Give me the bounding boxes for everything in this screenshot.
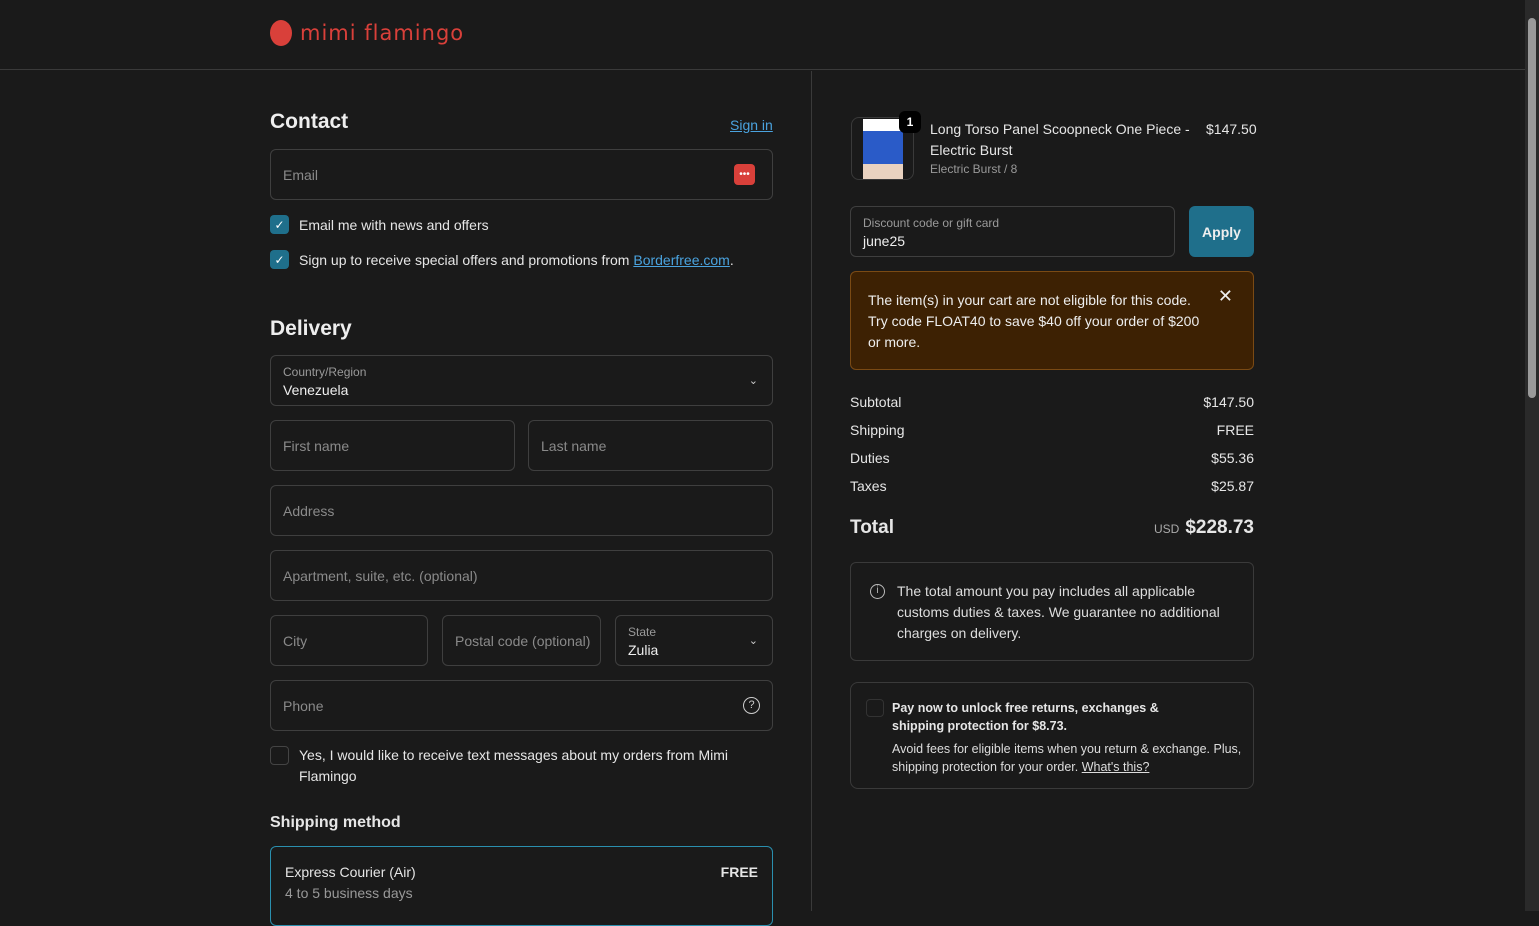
header: [0, 0, 1525, 70]
discount-error-banner: The item(s) in your cart are not eligibl…: [850, 271, 1254, 370]
email-input[interactable]: Email •••: [270, 149, 773, 200]
product-variant: Electric Burst / 8: [930, 162, 1018, 176]
shipping-option[interactable]: Express Courier (Air) FREE 4 to 5 busine…: [270, 846, 773, 926]
postal-placeholder: Postal code (optional): [455, 633, 591, 649]
product-price: $147.50: [1206, 121, 1257, 137]
brand-name: mimi flamingo: [300, 21, 465, 45]
contact-heading: Contact: [270, 110, 349, 133]
country-value: Venezuela: [283, 382, 349, 398]
city-placeholder: City: [283, 633, 308, 649]
borderfree-text: Sign up to receive special offers and pr…: [299, 251, 634, 268]
state-label: State: [628, 625, 657, 639]
phone-input[interactable]: Phone ?: [270, 680, 773, 731]
brand-logo[interactable]: mimi flamingo: [270, 20, 464, 46]
sign-in-link[interactable]: Sign in: [730, 117, 773, 133]
protection-body-text: Avoid fees for eligible items when you r…: [892, 742, 1242, 774]
protection-body: Avoid fees for eligible items when you r…: [892, 740, 1242, 776]
duties-value: $55.36: [1211, 450, 1254, 466]
product-name: Long Torso Panel Scoopneck One Piece - E…: [930, 121, 1190, 158]
taxes-value: $25.87: [1211, 478, 1254, 494]
borderfree-link[interactable]: Borderfree.com: [633, 252, 729, 268]
discount-value: june25: [863, 233, 906, 249]
delivery-heading: Delivery: [270, 317, 352, 340]
discount-input[interactable]: Discount code or gift card june25: [850, 206, 1175, 257]
apartment-placeholder: Apartment, suite, etc. (optional): [283, 568, 478, 584]
help-icon[interactable]: ?: [743, 697, 760, 714]
shipping-value: FREE: [1216, 422, 1254, 438]
protection-title: Pay now to unlock free returns, exchange…: [892, 701, 1159, 733]
info-icon: i: [870, 584, 885, 599]
shipping-option-eta: 4 to 5 business days: [285, 885, 413, 901]
shipping-option-price: FREE: [720, 864, 758, 880]
swimsuit-image: [862, 118, 903, 179]
last-name-input[interactable]: Last name: [528, 420, 773, 471]
discount-error-text: The item(s) in your cart are not eligibl…: [868, 292, 1200, 350]
news-label: Email me with news and offers: [299, 216, 489, 233]
whats-this-link[interactable]: What's this?: [1082, 760, 1150, 774]
close-icon[interactable]: ✕: [1218, 286, 1233, 307]
address-placeholder: Address: [283, 503, 335, 519]
currency-code: USD: [1153, 522, 1180, 536]
phone-placeholder: Phone: [283, 698, 324, 714]
quantity-badge: 1: [899, 111, 921, 133]
shipping-label: Shipping: [850, 422, 905, 438]
scrollbar-thumb[interactable]: [1528, 18, 1536, 398]
subtotal-label: Subtotal: [850, 394, 902, 410]
protection-offer: Pay now to unlock free returns, exchange…: [850, 682, 1254, 789]
total-value: $228.73: [1185, 517, 1254, 538]
state-select[interactable]: State Zulia ⌄: [615, 615, 773, 666]
discount-label: Discount code or gift card: [863, 216, 1000, 230]
flamingo-logo-icon: [270, 20, 292, 46]
shipping-option-name: Express Courier (Air): [285, 864, 416, 880]
address-input[interactable]: Address: [270, 485, 773, 536]
email-placeholder: Email: [283, 167, 319, 183]
city-input[interactable]: City: [270, 615, 428, 666]
country-label: Country/Region: [283, 365, 367, 379]
borderfree-checkbox[interactable]: ✓: [270, 250, 289, 269]
shipping-heading: Shipping method: [270, 814, 401, 831]
borderfree-label: Sign up to receive special offers and pr…: [299, 252, 734, 268]
news-checkbox[interactable]: ✓: [270, 215, 289, 234]
chevron-down-icon: ⌄: [748, 375, 758, 387]
protection-checkbox[interactable]: [866, 699, 884, 717]
duties-label: Duties: [850, 450, 890, 466]
sms-checkbox[interactable]: [270, 746, 289, 765]
apartment-input[interactable]: Apartment, suite, etc. (optional): [270, 550, 773, 601]
apply-button[interactable]: Apply: [1189, 206, 1254, 257]
first-name-placeholder: First name: [283, 438, 350, 454]
state-value: Zulia: [628, 642, 659, 658]
first-name-input[interactable]: First name: [270, 420, 515, 471]
country-select[interactable]: Country/Region Venezuela ⌄: [270, 355, 773, 406]
password-manager-icon[interactable]: •••: [734, 164, 755, 185]
duties-notice-text: The total amount you pay includes all ap…: [897, 583, 1220, 641]
subtotal-value: $147.50: [1203, 394, 1254, 410]
chevron-down-icon: ⌄: [748, 635, 758, 647]
taxes-label: Taxes: [850, 478, 887, 494]
postal-code-input[interactable]: Postal code (optional): [442, 615, 601, 666]
sms-label: Yes, I would like to receive text messag…: [299, 747, 728, 784]
column-divider: [811, 71, 812, 911]
total-label: Total: [850, 517, 894, 538]
borderfree-suffix: .: [729, 251, 734, 268]
last-name-placeholder: Last name: [541, 438, 607, 454]
duties-notice: i The total amount you pay includes all …: [850, 562, 1254, 661]
